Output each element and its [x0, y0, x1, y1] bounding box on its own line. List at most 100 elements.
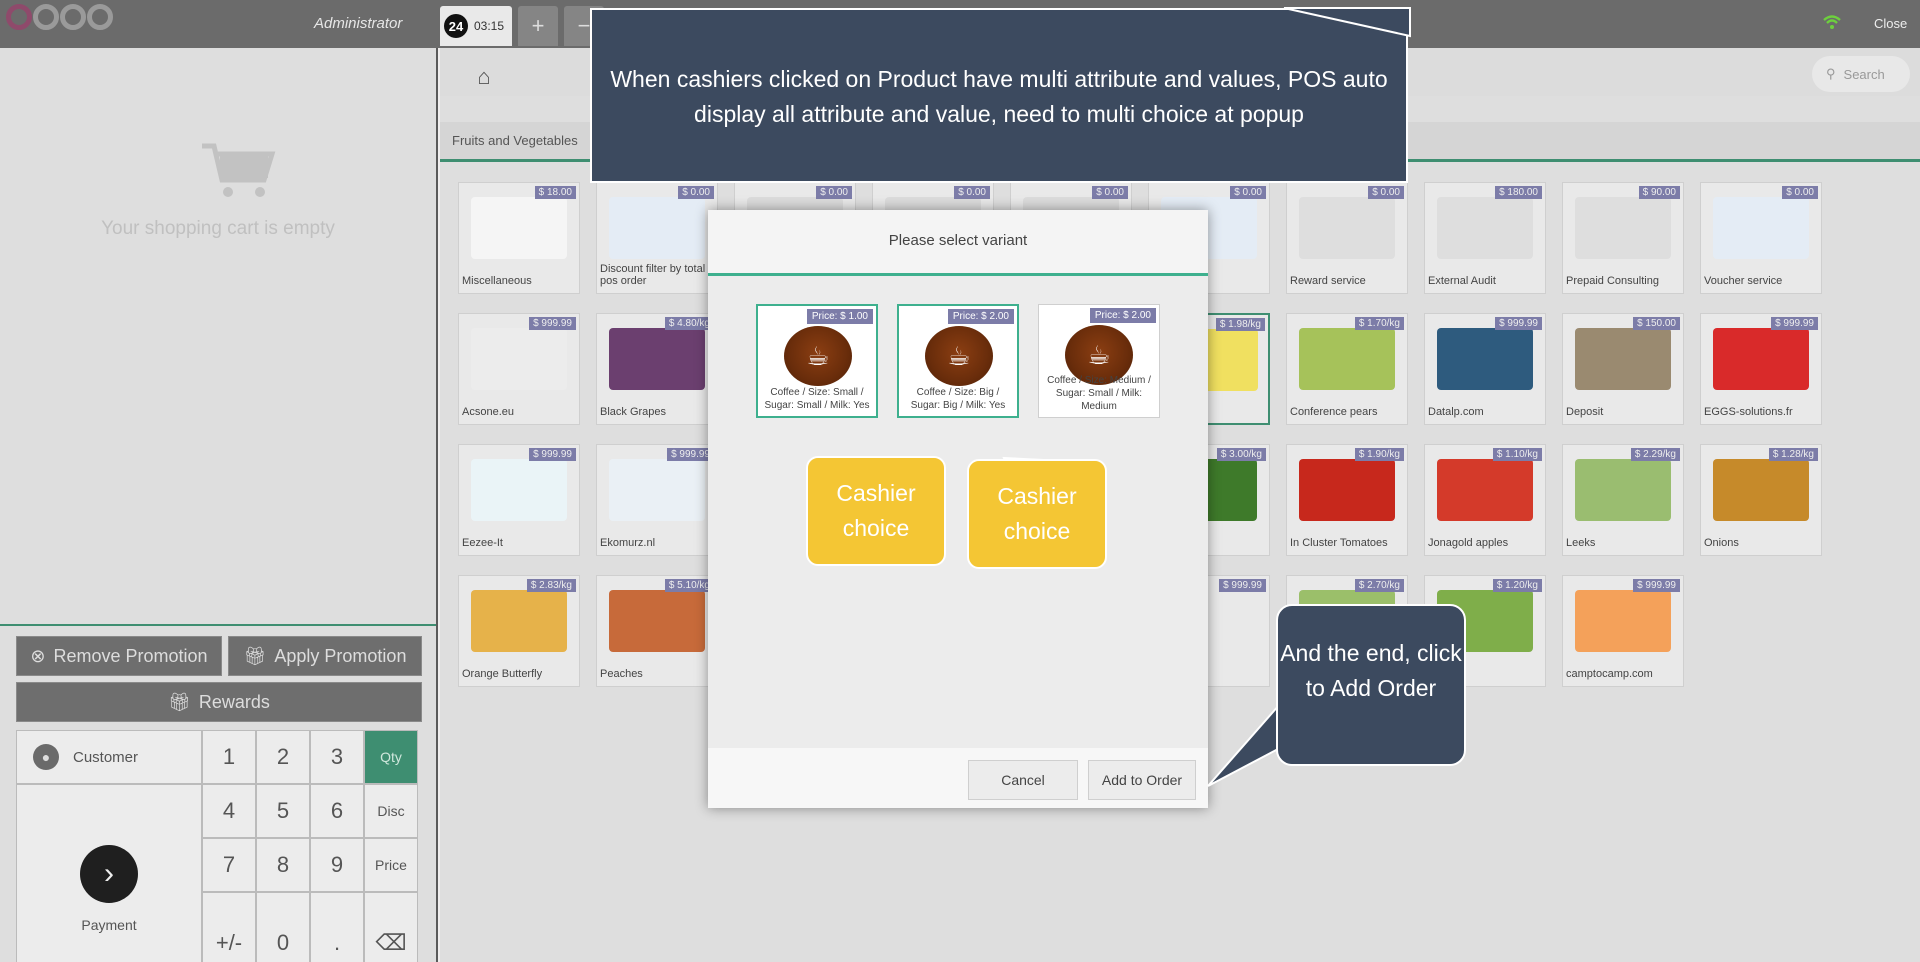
- product-price: $ 999.99: [1495, 317, 1542, 330]
- product-name: In Cluster Tomatoes: [1290, 537, 1388, 549]
- product-image: [1575, 459, 1671, 521]
- numpad-key[interactable]: 9: [310, 838, 364, 892]
- product-price: $ 2.83/kg: [526, 579, 576, 592]
- numpad-key[interactable]: 4: [202, 784, 256, 838]
- product-name: Acsone.eu: [462, 406, 514, 418]
- search-placeholder: Search: [1843, 66, 1885, 82]
- product-price: $ 999.99: [1219, 579, 1266, 592]
- product-card[interactable]: $ 1.70/kg Conference pears: [1286, 313, 1408, 425]
- add-order-button[interactable]: +: [518, 6, 558, 46]
- product-name: Deposit: [1566, 406, 1604, 418]
- product-card[interactable]: $ 2.83/kg Orange Butterfly: [458, 575, 580, 687]
- product-card[interactable]: $ 150.00 Deposit: [1562, 313, 1684, 425]
- rewards-button[interactable]: 🎁︎ Rewards: [16, 682, 422, 722]
- numpad-key[interactable]: 0: [256, 892, 310, 962]
- variant-name: Coffee / Size: Small / Sugar: Small / Mi…: [764, 387, 870, 411]
- numpad-area: ● Customer › Payment 1 2 3 Qty 4 5 6 Dis…: [16, 730, 422, 962]
- shopping-cart-icon: [202, 143, 276, 197]
- product-price: $ 999.99: [667, 448, 714, 461]
- decimal-key[interactable]: .: [310, 892, 364, 962]
- product-price: $ 1.20/kg: [1492, 579, 1542, 592]
- numpad-key[interactable]: 7: [202, 838, 256, 892]
- product-price: $ 1.28/kg: [1768, 448, 1818, 461]
- product-card[interactable]: $ 999.99 Datalp.com: [1424, 313, 1546, 425]
- variant-popup: Please select variant Price: $ 1.00 ☕︎ C…: [708, 210, 1208, 808]
- variant-name: Coffee / Size: Medium / Sugar: Small / M…: [1047, 375, 1151, 412]
- product-price: $ 90.00: [1638, 186, 1680, 199]
- product-price: $ 0.00: [954, 186, 990, 199]
- variant-price: Price: $ 2.00: [1089, 308, 1156, 323]
- product-price: $ 180.00: [1495, 186, 1542, 199]
- variant-price: Price: $ 2.00: [947, 309, 1014, 324]
- product-card[interactable]: $ 0.00 Reward service: [1286, 182, 1408, 294]
- mode-price-button[interactable]: Price: [364, 838, 418, 892]
- product-card[interactable]: $ 2.29/kg Leeks: [1562, 444, 1684, 556]
- numpad-key[interactable]: 3: [310, 730, 364, 784]
- product-card[interactable]: $ 180.00 External Audit: [1424, 182, 1546, 294]
- user-name: Administrator: [314, 15, 403, 32]
- product-card[interactable]: $ 1.90/kg In Cluster Tomatoes: [1286, 444, 1408, 556]
- plus-minus-key[interactable]: +/-: [202, 892, 256, 962]
- product-price: $ 2.29/kg: [1630, 448, 1680, 461]
- product-card[interactable]: $ 4.80/kg Black Grapes: [596, 313, 718, 425]
- numpad-key[interactable]: 8: [256, 838, 310, 892]
- search-input[interactable]: ⚲ Search: [1812, 56, 1910, 92]
- mode-qty-button[interactable]: Qty: [364, 730, 418, 784]
- product-image: [1575, 328, 1671, 390]
- numpad-key[interactable]: 6: [310, 784, 364, 838]
- rewards-label: Rewards: [198, 691, 270, 712]
- product-price: $ 999.99: [529, 448, 576, 461]
- product-card[interactable]: $ 999.99 EGGS-solutions.fr: [1700, 313, 1822, 425]
- product-price: $ 2.70/kg: [1354, 579, 1404, 592]
- order-tab[interactable]: 24 03:15: [440, 6, 512, 46]
- popup-title: Please select variant: [708, 210, 1208, 276]
- cancel-button[interactable]: Cancel: [968, 760, 1078, 800]
- product-card[interactable]: $ 999.99 Ekomurz.nl: [596, 444, 718, 556]
- product-card[interactable]: $ 5.10/kg Peaches: [596, 575, 718, 687]
- cart-empty-text: Your shopping cart is empty: [101, 218, 335, 239]
- product-card[interactable]: $ 1.28/kg Onions: [1700, 444, 1822, 556]
- customer-button[interactable]: ● Customer: [16, 730, 202, 784]
- variant-name: Coffee / Size: Big / Sugar: Big / Milk: …: [910, 387, 1006, 411]
- add-to-order-button[interactable]: Add to Order: [1088, 760, 1196, 800]
- mode-disc-button[interactable]: Disc: [364, 784, 418, 838]
- category-item[interactable]: Fruits and Vegetables: [452, 133, 578, 148]
- product-image: [471, 197, 567, 259]
- product-card[interactable]: $ 999.99 Eezee-It: [458, 444, 580, 556]
- product-image: [1299, 328, 1395, 390]
- product-card[interactable]: $ 18.00 Miscellaneous: [458, 182, 580, 294]
- product-card[interactable]: $ 1.10/kg Jonagold apples: [1424, 444, 1546, 556]
- payment-button[interactable]: › Payment: [16, 784, 202, 962]
- product-card[interactable]: $ 90.00 Prepaid Consulting: [1562, 182, 1684, 294]
- product-image: [1713, 459, 1809, 521]
- backspace-icon[interactable]: ⌫: [364, 892, 418, 962]
- product-price: $ 999.99: [1771, 317, 1818, 330]
- product-image: [609, 328, 705, 390]
- customer-label: Customer: [73, 748, 139, 766]
- product-image: [471, 590, 567, 652]
- order-pane: Your shopping cart is empty ⊗ Remove Pro…: [0, 48, 438, 962]
- close-button[interactable]: Close: [1874, 16, 1907, 31]
- variant-card[interactable]: Price: $ 2.00 ☕︎ Coffee / Size: Big / Su…: [897, 304, 1019, 418]
- remove-promotion-button[interactable]: ⊗ Remove Promotion: [16, 636, 222, 676]
- payment-label: Payment: [81, 917, 137, 933]
- product-name: Datalp.com: [1428, 406, 1484, 418]
- product-price: $ 18.00: [534, 186, 576, 199]
- cart-area: Your shopping cart is empty: [0, 48, 436, 626]
- product-card[interactable]: $ 999.99 camptocamp.com: [1562, 575, 1684, 687]
- variant-card[interactable]: Price: $ 1.00 ☕︎ Coffee / Size: Small / …: [756, 304, 878, 418]
- numpad-key[interactable]: 2: [256, 730, 310, 784]
- apply-promotion-button[interactable]: 🎁︎ Apply Promotion: [228, 636, 422, 676]
- product-name: Reward service: [1290, 275, 1366, 287]
- product-name: Onions: [1704, 537, 1739, 549]
- product-price: $ 1.10/kg: [1492, 448, 1542, 461]
- variant-card[interactable]: Price: $ 2.00 ☕︎ Coffee / Size: Medium /…: [1038, 304, 1160, 418]
- product-card[interactable]: $ 0.00 Discount filter by total pos order: [596, 182, 718, 294]
- numpad-key[interactable]: 1: [202, 730, 256, 784]
- product-card[interactable]: $ 999.99 Acsone.eu: [458, 313, 580, 425]
- product-card[interactable]: $ 0.00 Voucher service: [1700, 182, 1822, 294]
- numpad-key[interactable]: 5: [256, 784, 310, 838]
- coffee-cup-icon: ☕︎: [925, 326, 993, 386]
- product-price: $ 150.00: [1633, 317, 1680, 330]
- home-icon[interactable]: ⌂: [464, 58, 504, 96]
